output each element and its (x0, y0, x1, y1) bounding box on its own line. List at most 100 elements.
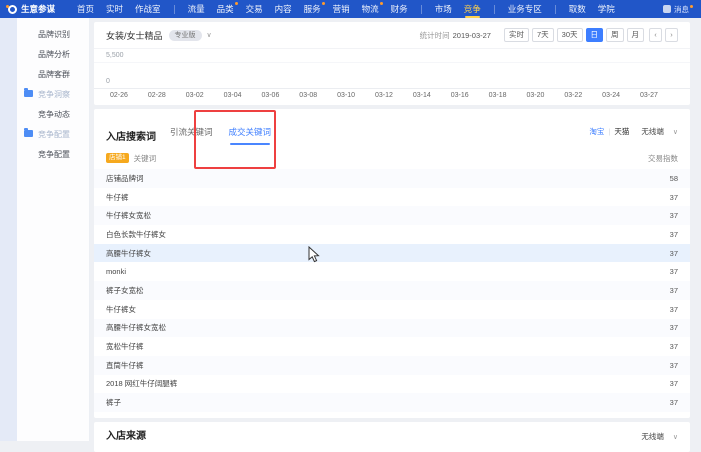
store-source-card: 入店来源 无线端 ∨ (94, 422, 690, 452)
sidebar-item-label: 品牌分析 (38, 49, 70, 60)
keyword-cell[interactable]: 裤子 (106, 397, 121, 408)
table-row[interactable]: 牛仔裤女37 (94, 300, 690, 319)
brand[interactable]: 生意参谋 (8, 3, 55, 15)
x-tick: 03-06 (261, 92, 279, 99)
table-row[interactable]: 直筒牛仔裤37 (94, 356, 690, 375)
range-button-7d[interactable]: 7天 (532, 28, 554, 42)
nav-item-warroom[interactable]: 作战室 (135, 0, 161, 18)
nav-label: 营销 (333, 4, 350, 14)
keyword-cell[interactable]: 白色长款牛仔裤女 (106, 229, 166, 240)
column-transaction-index[interactable]: 交易指数 (648, 153, 678, 164)
x-tick: 02-26 (110, 92, 128, 99)
nav-label: 品类 (217, 4, 234, 14)
nav-item-trade[interactable]: 交易 (246, 0, 263, 18)
value-cell: 37 (670, 286, 678, 295)
range-button-realtime[interactable]: 实时 (504, 28, 529, 42)
nav-item-traffic[interactable]: 流量 (188, 0, 205, 18)
nav-label: 流量 (188, 4, 205, 14)
nav-item-marketing[interactable]: 营销 (333, 0, 350, 18)
range-button-30d[interactable]: 30天 (557, 28, 583, 42)
keyword-cell[interactable]: 牛仔裤女 (106, 304, 136, 315)
x-axis-labels: 02-26 02-28 03-02 03-04 03-06 03-08 03-1… (110, 92, 658, 99)
x-tick: 03-27 (640, 92, 658, 99)
platform-tmall[interactable]: 天猫 (614, 126, 629, 137)
tab-transaction-keywords[interactable]: 成交关键词 (229, 127, 272, 145)
range-button-month[interactable]: 月 (627, 28, 645, 42)
search-words-card: 入店搜索词 引流关键词 成交关键词 淘宝 | 天猫 无线端 ∨ 店铺1 关键词 … (94, 109, 690, 418)
x-tick: 03-04 (224, 92, 242, 99)
x-tick: 03-24 (602, 92, 620, 99)
sidebar-item-brand-analysis[interactable]: 品牌分析 (0, 44, 89, 64)
keyword-cell[interactable]: 牛仔裤 (106, 192, 129, 203)
sidebar-group-competition-config[interactable]: 竞争配置 (0, 124, 89, 144)
user-menu-label: 消息 (674, 4, 689, 15)
table-row-hovered[interactable]: 高腰牛仔裤女 37 (94, 244, 690, 263)
sidebar-item-label: 竞争配置 (38, 149, 70, 160)
sidebar-item-competition-trends[interactable]: 竞争动态 (0, 104, 89, 124)
brand-name: 生意参谋 (21, 3, 55, 15)
nav-item-data-extract[interactable]: 取数 (569, 0, 586, 18)
range-button-day[interactable]: 日 (586, 28, 604, 42)
keyword-cell[interactable]: monki (106, 267, 126, 276)
chevron-down-icon[interactable]: ∨ (673, 128, 678, 136)
shop-rank-badge: 店铺1 (106, 153, 129, 163)
keyword-cell[interactable]: 2018 网红牛仔阔腿裤 (106, 378, 177, 389)
chevron-down-icon[interactable]: ∨ (207, 31, 212, 39)
table-row[interactable]: 店铺品牌词58 (94, 169, 690, 188)
prev-date-button[interactable]: ‹ (649, 28, 662, 42)
nav-item-finance[interactable]: 财务 (391, 0, 408, 18)
device-filter[interactable]: 无线端 (641, 126, 664, 137)
value-cell: 37 (670, 193, 678, 202)
trend-chart: 5,500 0 02-26 02-28 03-02 03-04 03-06 03… (94, 49, 690, 105)
sidebar-group-competition-insight[interactable]: 竞争洞察 (0, 84, 89, 104)
table-header: 店铺1 关键词 交易指数 (94, 147, 690, 169)
nav-label: 学院 (598, 4, 615, 14)
sidebar-item-brand-customers[interactable]: 品牌客群 (0, 64, 89, 84)
table-row[interactable]: 白色长款牛仔裤女37 (94, 225, 690, 244)
value-cell: 37 (670, 211, 678, 220)
user-menu[interactable]: 消息 (663, 4, 689, 15)
nav-label: 交易 (246, 4, 263, 14)
tab-traffic-keywords[interactable]: 引流关键词 (170, 127, 213, 145)
nav-item-home[interactable]: 首页 (77, 0, 94, 18)
nav-item-logistics[interactable]: 物流 (362, 0, 379, 18)
x-tick: 02-28 (148, 92, 166, 99)
nav-item-competition[interactable]: 竞争 (464, 0, 481, 18)
value-cell: 37 (670, 267, 678, 276)
chevron-down-icon[interactable]: ∨ (673, 433, 678, 441)
keyword-cell[interactable]: 宽松牛仔裤 (106, 341, 144, 352)
table-row[interactable]: 牛仔裤 37 (94, 188, 690, 207)
x-tick: 03-22 (564, 92, 582, 99)
value-cell: 37 (670, 249, 678, 258)
nav-label: 内容 (275, 4, 292, 14)
keyword-cell[interactable]: 裤子女宽松 (106, 285, 144, 296)
nav-item-academy[interactable]: 学院 (598, 0, 615, 18)
table-row[interactable]: 牛仔裤女宽松 37 (94, 206, 690, 225)
nav-item-realtime[interactable]: 实时 (106, 0, 123, 18)
table-row[interactable]: monki 37 (94, 262, 690, 281)
column-keyword[interactable]: 关键词 (134, 153, 157, 164)
table-row[interactable]: 裤子37 (94, 393, 690, 412)
nav-item-market[interactable]: 市场 (435, 0, 452, 18)
nav-item-category[interactable]: 品类 (217, 0, 234, 18)
nav-item-service[interactable]: 服务 (304, 0, 321, 18)
platform-taobao[interactable]: 淘宝 (589, 126, 604, 137)
table-row[interactable]: 宽松牛仔裤37 (94, 337, 690, 356)
keyword-cell[interactable]: 店铺品牌词 (106, 173, 144, 184)
x-axis-line (94, 88, 690, 89)
nav-item-content[interactable]: 内容 (275, 0, 292, 18)
keyword-cell[interactable]: 高腰牛仔裤女宽松 (106, 322, 166, 333)
folder-icon (24, 90, 33, 97)
table-row[interactable]: 2018 网红牛仔阔腿裤37 (94, 375, 690, 394)
table-row[interactable]: 裤子女宽松 37 (94, 281, 690, 300)
notification-dot (322, 2, 325, 5)
range-button-week[interactable]: 周 (606, 28, 624, 42)
keyword-cell[interactable]: 牛仔裤女宽松 (106, 210, 151, 221)
sidebar-item-brand-recognition[interactable]: 品牌识别 (0, 24, 89, 44)
table-row[interactable]: 高腰牛仔裤女宽松37 (94, 319, 690, 338)
keyword-cell[interactable]: 直筒牛仔裤 (106, 360, 144, 371)
sidebar-item-competition-config[interactable]: 竞争配置 (0, 144, 89, 164)
next-date-button[interactable]: › (665, 28, 678, 42)
nav-item-business-zone[interactable]: 业务专区 (508, 0, 542, 18)
keyword-cell[interactable]: 高腰牛仔裤女 (106, 248, 151, 259)
